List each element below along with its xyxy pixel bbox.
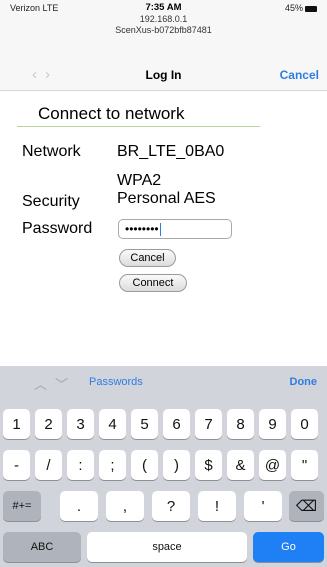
key[interactable]: 8 (227, 409, 254, 439)
key[interactable]: - (3, 450, 30, 480)
network-label: Network (22, 143, 81, 160)
key[interactable]: ) (163, 450, 190, 480)
go-key[interactable]: Go (253, 532, 324, 562)
key[interactable]: 7 (195, 409, 222, 439)
clock: 7:35 AM (145, 2, 182, 13)
chevron-down-icon[interactable]: ﹀ (55, 377, 76, 392)
connect-button[interactable]: Connect (119, 274, 187, 292)
nav-cancel-button[interactable]: Cancel (280, 68, 319, 82)
key[interactable]: : (67, 450, 94, 480)
passwords-button[interactable]: Passwords (89, 376, 143, 388)
heading-divider (17, 126, 260, 127)
battery-icon (305, 5, 317, 12)
status-bar: Verizon LTE 7:35 AM 192.168.0.1 ScenXus-… (0, 0, 327, 40)
battery-indicator: 45% (285, 3, 317, 13)
key[interactable]: / (35, 450, 62, 480)
key[interactable]: 9 (259, 409, 286, 439)
key[interactable]: 4 (99, 409, 126, 439)
key[interactable]: 5 (131, 409, 158, 439)
key[interactable]: 2 (35, 409, 62, 439)
ip-address: 192.168.0.1 (139, 14, 188, 24)
password-value: •••••••• (125, 222, 159, 236)
key[interactable]: 0 (291, 409, 318, 439)
keyboard: 1 2 3 4 5 6 7 8 9 0 - / : ; ( ) $ & @ " … (0, 398, 327, 567)
chevron-up-icon[interactable]: ︿ (34, 377, 55, 392)
ssid-label: ScenXus-b072bfb87481 (115, 25, 212, 35)
login-form: Connect to network Network BR_LTE_0BA0 S… (0, 91, 327, 366)
symbols-shift-key[interactable]: #+= (3, 491, 41, 521)
battery-percent: 45% (284, 3, 303, 13)
key[interactable]: 3 (67, 409, 94, 439)
security-value: WPA2 Personal AES (117, 172, 216, 208)
key[interactable]: 6 (163, 409, 190, 439)
backspace-icon: ⌫ (295, 498, 318, 515)
security-value-line1: WPA2 (117, 172, 162, 189)
password-label: Password (22, 220, 93, 237)
password-input[interactable]: •••••••• (118, 219, 232, 239)
key[interactable]: ' (244, 491, 282, 521)
field-nav-arrows[interactable]: ︿﹀ (34, 374, 76, 393)
key[interactable]: , (106, 491, 144, 521)
nav-bar: ‹› Log In Cancel (0, 60, 327, 91)
key[interactable]: " (291, 450, 318, 480)
form-heading: Connect to network (38, 104, 185, 123)
security-value-line2: Personal AES (117, 190, 216, 207)
security-label: Security (22, 193, 80, 210)
key[interactable]: @ (259, 450, 286, 480)
cancel-button[interactable]: Cancel (119, 249, 176, 267)
space-key[interactable]: space (87, 532, 247, 562)
keyboard-accessory-bar: ︿﹀ Passwords Done (0, 366, 327, 398)
key[interactable]: ? (152, 491, 190, 521)
key[interactable]: ! (198, 491, 236, 521)
network-value: BR_LTE_0BA0 (117, 143, 225, 160)
key[interactable]: $ (195, 450, 222, 480)
key[interactable]: ; (99, 450, 126, 480)
abc-key[interactable]: ABC (3, 532, 81, 562)
key[interactable]: 1 (3, 409, 30, 439)
page-title: Log In (145, 68, 182, 82)
delete-key[interactable]: ⌫ (289, 491, 324, 521)
done-button[interactable]: Done (290, 376, 318, 388)
key[interactable]: & (227, 450, 254, 480)
key[interactable]: ( (131, 450, 158, 480)
key[interactable]: . (60, 491, 98, 521)
